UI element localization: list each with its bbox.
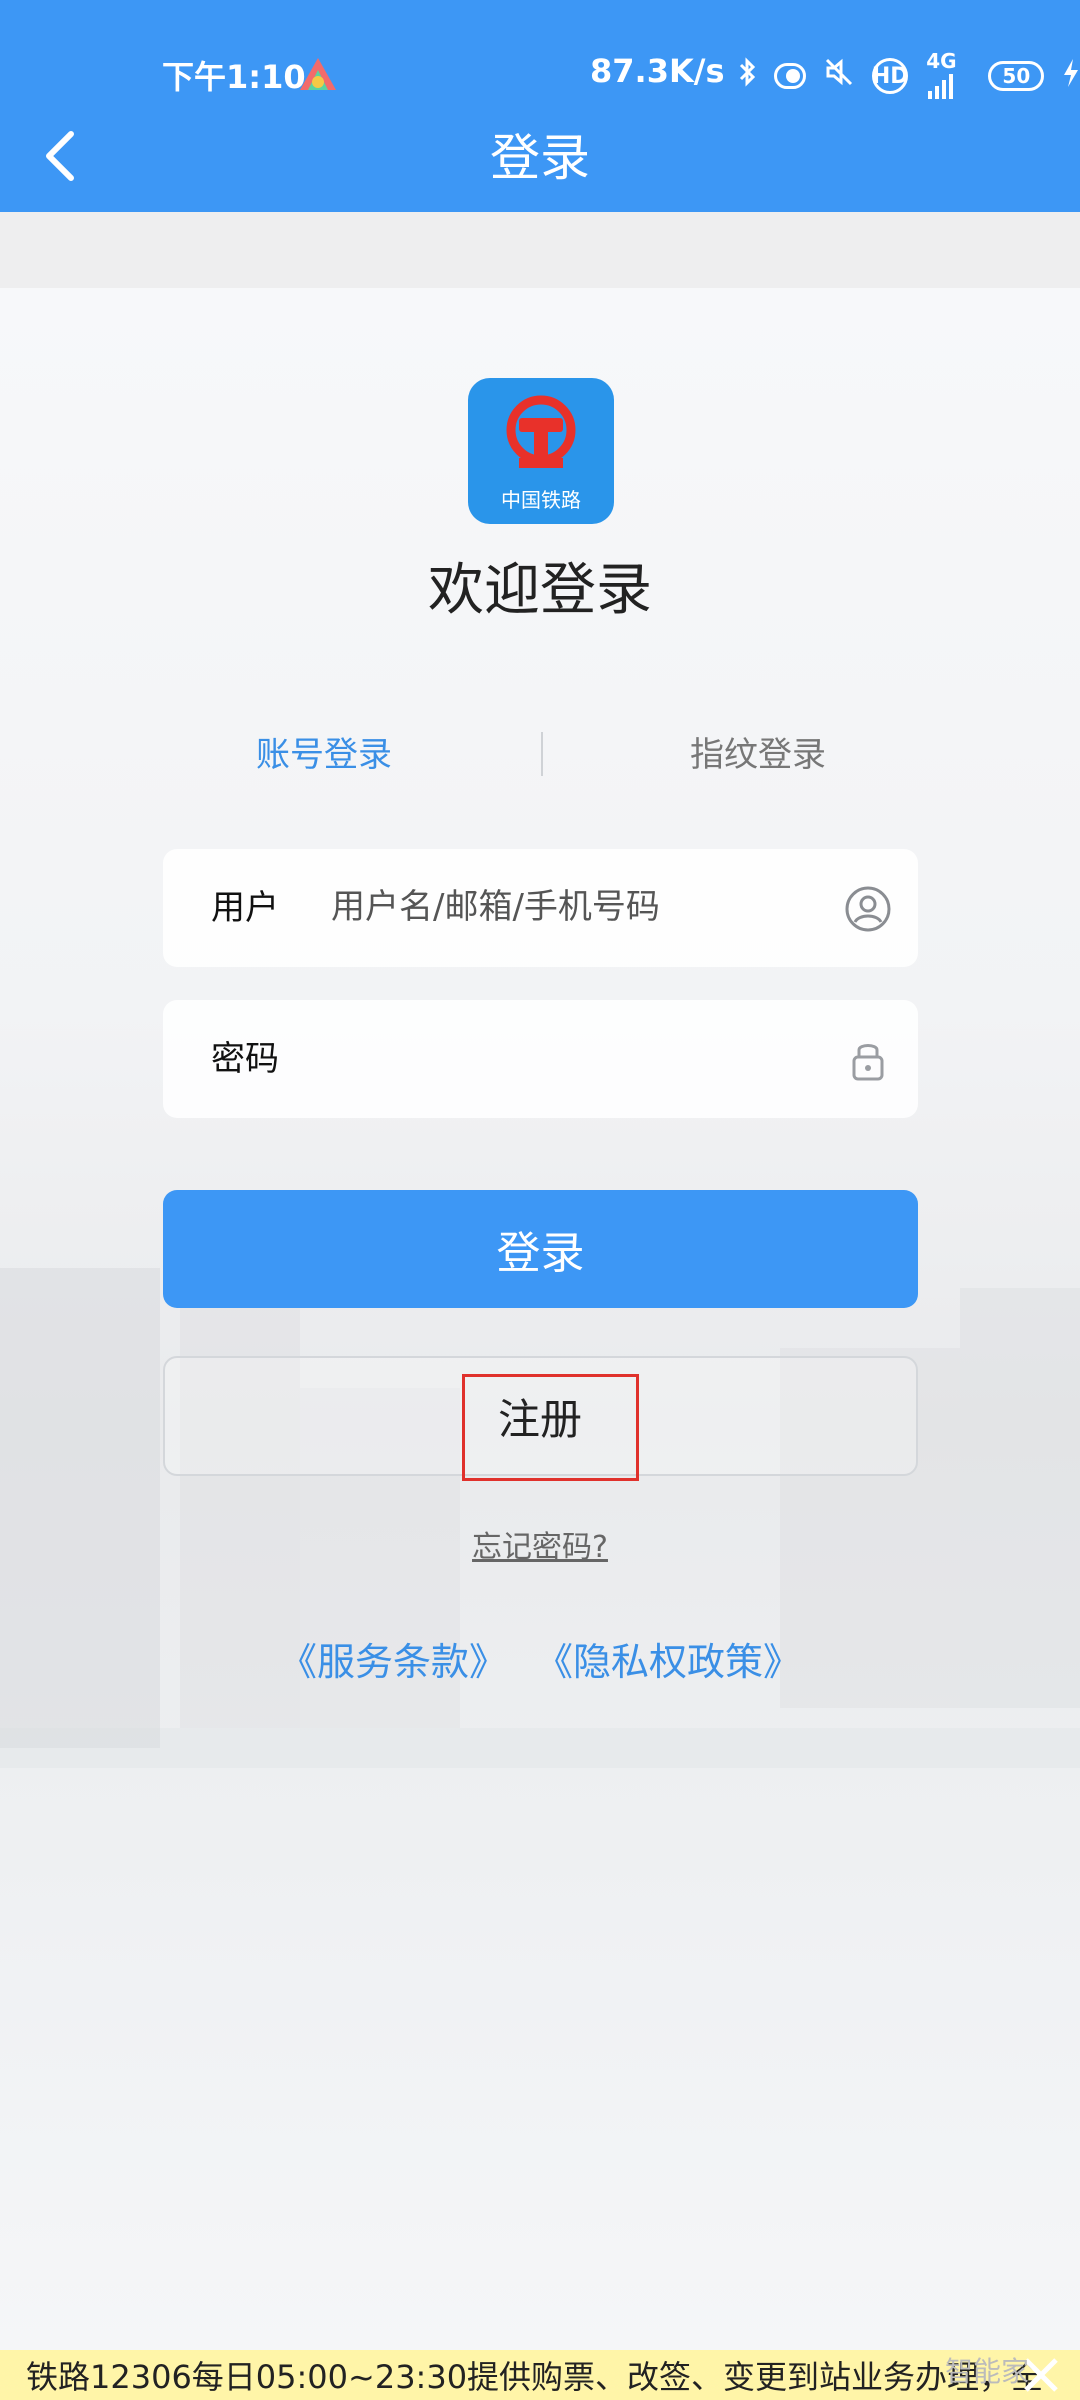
signal-label: 4G [926, 48, 957, 73]
username-input[interactable] [331, 877, 811, 937]
toggle-icon [774, 63, 807, 89]
china-railway-logo: 中国铁路 [468, 378, 614, 524]
status-icons: HD 4G 50 [738, 49, 1080, 99]
password-input[interactable] [331, 1028, 811, 1088]
battery-icon: 50 [988, 61, 1045, 91]
app-bar: 下午1:10 87.3K/s HD 4G 50 登录 [0, 0, 1080, 212]
password-label: 密码 [211, 1039, 279, 1079]
page-title: 登录 [490, 129, 590, 187]
bluetooth-icon [738, 57, 756, 95]
charging-icon [1062, 58, 1080, 95]
status-time: 下午1:10 [162, 58, 306, 96]
privacy-policy-link[interactable]: 《隐私权政策》 [535, 1640, 801, 1684]
hd-icon: HD [872, 58, 909, 94]
username-label: 用户 [211, 888, 279, 928]
railway-emblem-icon [506, 395, 576, 468]
tab-divider [541, 732, 543, 776]
mute-icon [824, 57, 854, 95]
signal-icon: 4G [926, 49, 970, 104]
forgot-password-link[interactable]: 忘记密码? [0, 1522, 1080, 1566]
lock-icon [844, 1036, 892, 1084]
password-field: 密码 [163, 1000, 918, 1118]
network-speed: 87.3K/s [590, 52, 725, 90]
terms-of-service-link[interactable]: 《服务条款》 [279, 1640, 507, 1684]
tab-fingerprint-login[interactable]: 指纹登录 [608, 730, 908, 780]
notice-banner: 铁路12306每日05:00~23:30提供购票、改签、变更到站业务办理，全 [0, 2350, 1080, 2400]
watermark: 智能家 [945, 2355, 1030, 2388]
welcome-heading: 欢迎登录 [428, 558, 652, 623]
register-highlight-box [462, 1374, 639, 1481]
username-field: 用户 [163, 849, 918, 967]
logo-caption: 中国铁路 [501, 488, 581, 512]
login-button[interactable]: 登录 [163, 1190, 918, 1308]
user-circle-icon [844, 885, 892, 933]
app-icon [298, 56, 338, 94]
tab-account-login[interactable]: 账号登录 [174, 730, 474, 780]
legal-links: 《服务条款》 《隐私权政策》 [0, 1634, 1080, 1690]
status-bar: 下午1:10 87.3K/s HD 4G 50 [0, 49, 1080, 100]
notice-text: 铁路12306每日05:00~23:30提供购票、改签、变更到站业务办理，全 [26, 2358, 1044, 2396]
header-spacer [0, 212, 1080, 288]
